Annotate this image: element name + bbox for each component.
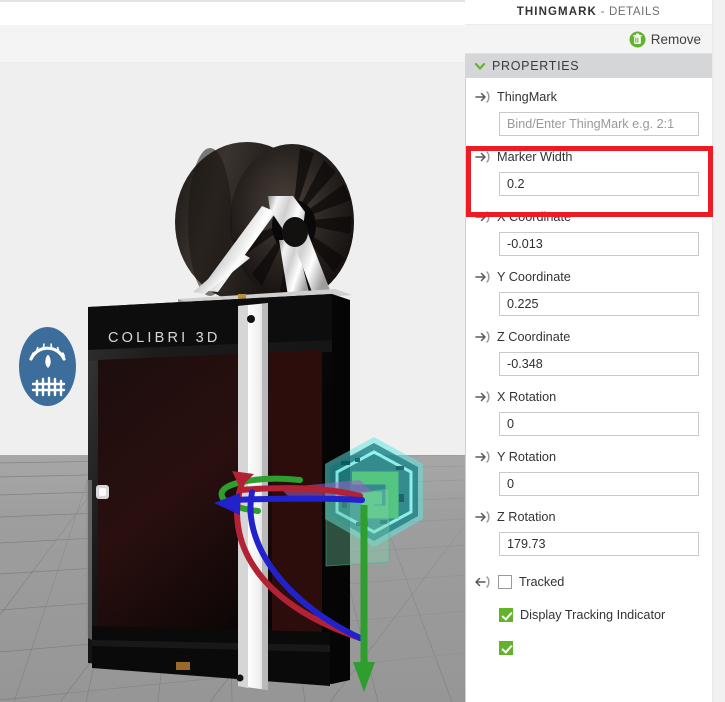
checkbox-tracked[interactable] bbox=[498, 575, 512, 589]
checkbox-label: Display Tracking Indicator bbox=[520, 608, 666, 622]
door-handle bbox=[96, 485, 109, 499]
3d-scene-viewport[interactable]: COLIBRI 3D bbox=[0, 0, 465, 702]
checkbox-row-partial[interactable] bbox=[465, 635, 712, 661]
3d-printer-model[interactable]: COLIBRI 3D bbox=[0, 0, 465, 702]
property-row: Z Rotation bbox=[465, 502, 712, 562]
property-input-x-rotation[interactable] bbox=[499, 412, 699, 436]
property-input-marker-width[interactable] bbox=[499, 172, 699, 196]
property-row: Marker Width bbox=[465, 142, 712, 202]
thingmark-details-panel: THINGMARK - DETAILS Remove PROPERTIES Th… bbox=[465, 0, 725, 702]
properties-section-header[interactable]: PROPERTIES bbox=[465, 54, 712, 78]
arrow-right-binding-icon bbox=[475, 91, 490, 103]
property-input-z-rotation[interactable] bbox=[499, 532, 699, 556]
arrow-right-binding-icon bbox=[475, 511, 490, 523]
arrow-right-binding-icon bbox=[475, 391, 490, 403]
property-label: X Rotation bbox=[497, 390, 557, 404]
checkbox-display-tracking-indicator[interactable] bbox=[499, 608, 513, 622]
chevron-down-icon bbox=[474, 62, 486, 70]
property-label: Z Coordinate bbox=[497, 330, 571, 344]
property-label: X Coordinate bbox=[497, 210, 572, 224]
property-label-line: Y Coordinate bbox=[465, 267, 712, 287]
property-input-x-coordinate[interactable] bbox=[499, 232, 699, 256]
property-input-y-coordinate[interactable] bbox=[499, 292, 699, 316]
app-root: COLIBRI 3D THINGMARK - DETAILS Remove PR… bbox=[0, 0, 725, 702]
property-label: Y Rotation bbox=[497, 450, 557, 464]
property-label-line: Z Coordinate bbox=[465, 327, 712, 347]
remove-button-label: Remove bbox=[650, 31, 701, 47]
properties-section-label: PROPERTIES bbox=[492, 59, 580, 73]
property-label-line: Marker Width bbox=[465, 147, 712, 167]
panel-scrollbar[interactable] bbox=[712, 0, 725, 702]
property-input-y-rotation[interactable] bbox=[499, 472, 699, 496]
checkbox-row[interactable]: Tracked bbox=[465, 569, 712, 595]
property-label-line: Z Rotation bbox=[465, 507, 712, 527]
property-label-line: X Coordinate bbox=[465, 207, 712, 227]
printer-brand-text: COLIBRI 3D bbox=[108, 330, 221, 346]
property-row: ThingMark bbox=[465, 82, 712, 142]
property-label-line: ThingMark bbox=[465, 87, 712, 107]
property-row: Y Rotation bbox=[465, 442, 712, 502]
panel-action-bar: Remove bbox=[465, 25, 712, 54]
property-label: Marker Width bbox=[497, 150, 573, 164]
property-input-z-coordinate[interactable] bbox=[499, 352, 699, 376]
property-label: ThingMark bbox=[497, 90, 557, 104]
trash-icon bbox=[629, 31, 646, 47]
checkbox-label: Tracked bbox=[519, 575, 565, 589]
panel-title: THINGMARK - DETAILS bbox=[465, 0, 712, 25]
property-label: Y Coordinate bbox=[497, 270, 571, 284]
checkbox-row[interactable]: Display Tracking Indicator bbox=[465, 602, 712, 628]
panel-title-details: DETAILS bbox=[608, 6, 661, 18]
property-label-line: X Rotation bbox=[465, 387, 712, 407]
remove-button[interactable]: Remove bbox=[629, 31, 701, 48]
printer-geometry-icon: COLIBRI 3D bbox=[86, 142, 423, 692]
property-row: Y Coordinate bbox=[465, 262, 712, 322]
arrow-right-binding-icon bbox=[475, 271, 490, 283]
properties-list: ThingMark Marker Width X Coordinate Y Coord… bbox=[465, 78, 712, 661]
panel-title-object: THINGMARK bbox=[516, 6, 597, 18]
property-input-thingmark[interactable] bbox=[499, 112, 699, 136]
property-label: Z Rotation bbox=[497, 510, 556, 524]
property-row: X Rotation bbox=[465, 382, 712, 442]
panel-title-separator: - bbox=[596, 6, 609, 18]
arrow-right-binding-icon bbox=[475, 151, 490, 163]
property-row: X Coordinate bbox=[465, 202, 712, 262]
arrow-right-binding-icon bbox=[475, 211, 490, 223]
arrow-left-binding-icon bbox=[475, 576, 490, 588]
property-row: Z Coordinate bbox=[465, 322, 712, 382]
property-label-line: Y Rotation bbox=[465, 447, 712, 467]
arrow-right-binding-icon bbox=[475, 331, 490, 343]
checkbox-partial[interactable] bbox=[499, 641, 513, 655]
arrow-right-binding-icon bbox=[475, 451, 490, 463]
